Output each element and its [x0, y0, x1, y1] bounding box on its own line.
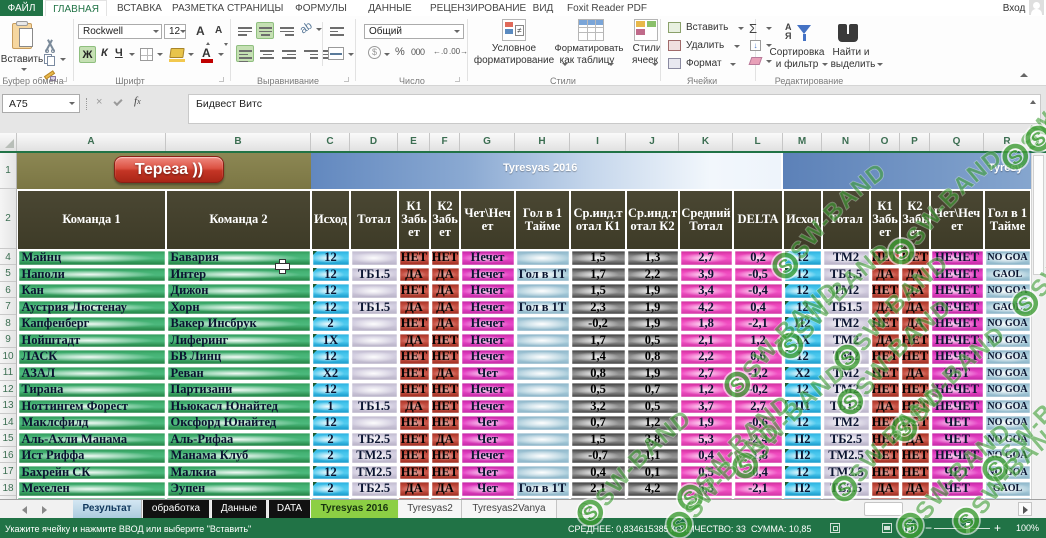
svg-text:SW-BAND: SW-BAND — [667, 416, 797, 528]
